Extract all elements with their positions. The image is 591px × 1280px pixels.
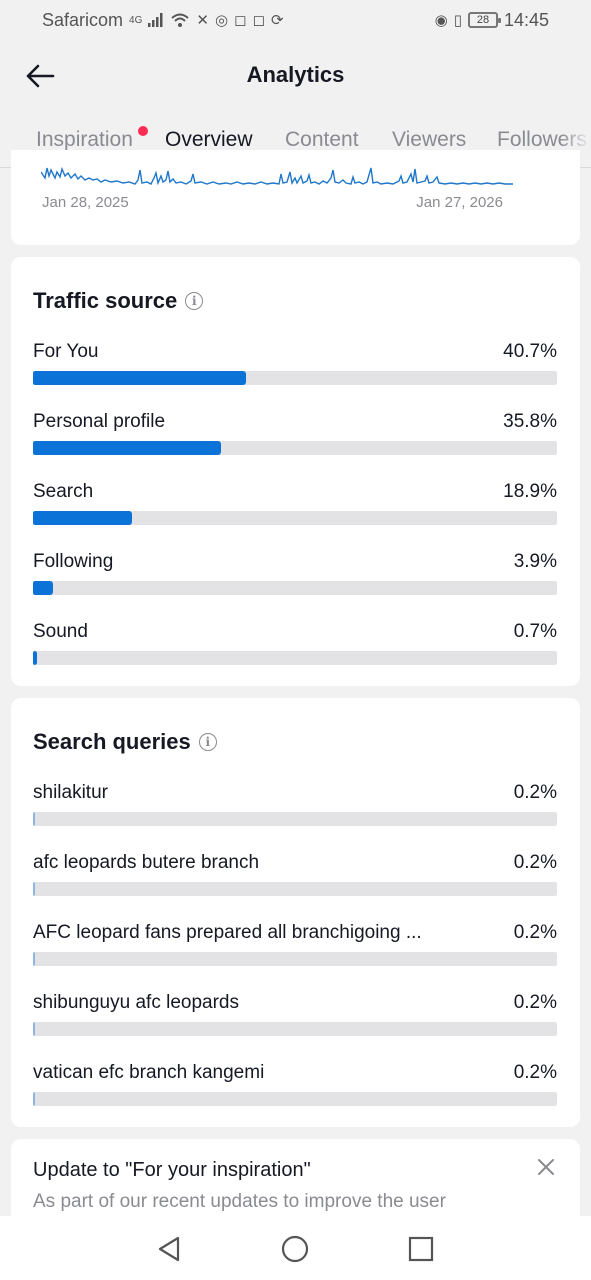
- sync-icon: ⟳: [270, 12, 284, 29]
- app-notification-icon: ✕: [196, 12, 209, 29]
- nav-recents-icon[interactable]: [406, 1234, 436, 1264]
- traffic-label: Sound: [33, 621, 88, 642]
- chart-start-date: Jan 28, 2025: [42, 194, 129, 211]
- progress-track: [33, 882, 557, 896]
- nav-home-icon[interactable]: [280, 1234, 310, 1264]
- tab-inspiration[interactable]: Inspiration: [36, 128, 133, 152]
- views-series-line: [41, 166, 513, 186]
- progress-track: [33, 651, 557, 665]
- tab-content[interactable]: Content: [285, 128, 359, 152]
- battery-level: 28: [476, 14, 490, 26]
- views-chart-card: Jan 28, 2025 Jan 27, 2026: [11, 150, 580, 245]
- traffic-percent: 40.7%: [503, 341, 557, 362]
- info-icon[interactable]: i: [198, 733, 217, 751]
- query-label: vatican efc branch kangemi: [33, 1062, 265, 1083]
- search-query-row[interactable]: AFC leopard fans prepared all branchigoi…: [33, 922, 557, 982]
- update-title: Update to "For your inspiration": [33, 1159, 311, 1181]
- progress-track: [33, 1092, 557, 1106]
- traffic-row-personal-profile: Personal profile 35.8%: [33, 411, 557, 471]
- chart-end-date: Jan 27, 2026: [416, 194, 503, 211]
- carrier-name: Safaricom: [42, 9, 124, 30]
- whatsapp-icon: ◎: [214, 12, 229, 29]
- traffic-source-card: Traffic source i For You 40.7% Personal …: [11, 257, 580, 686]
- signal-icon: 4G: [129, 14, 143, 26]
- search-query-row[interactable]: shibunguyu afc leopards 0.2%: [33, 992, 557, 1052]
- progress-track: [33, 511, 557, 525]
- close-icon[interactable]: [536, 1157, 556, 1177]
- progress-fill: [33, 371, 247, 385]
- progress-fill: [33, 882, 36, 896]
- info-icon[interactable]: i: [185, 292, 204, 310]
- signal-bars-icon: [148, 13, 163, 27]
- traffic-source-title: Traffic source: [33, 288, 178, 313]
- traffic-label: Personal profile: [33, 411, 166, 432]
- traffic-row-sound: Sound 0.7%: [33, 621, 557, 681]
- page-title: Analytics: [246, 62, 345, 87]
- traffic-row-search: Search 18.9%: [33, 481, 557, 541]
- search-query-row[interactable]: vatican efc branch kangemi 0.2%: [33, 1062, 557, 1122]
- progress-track: [33, 441, 557, 455]
- traffic-label: For You: [33, 341, 99, 362]
- eye-icon: ◉: [434, 12, 448, 29]
- views-line-chart[interactable]: [41, 164, 516, 190]
- query-percent: 0.2%: [513, 922, 557, 943]
- search-queries-card: Search queries i shilakitur 0.2% afc leo…: [11, 698, 580, 1127]
- query-percent: 0.2%: [513, 992, 557, 1013]
- search-queries-heading: Search queries i: [33, 729, 217, 755]
- battery-icon: 28: [467, 12, 501, 28]
- query-percent: 0.2%: [513, 852, 557, 873]
- progress-fill: [33, 1092, 36, 1106]
- query-percent: 0.2%: [513, 1062, 557, 1083]
- progress-track: [33, 581, 557, 595]
- system-navigation-bar: [0, 1216, 591, 1280]
- instagram-icon: ◻: [234, 12, 247, 29]
- query-label: AFC leopard fans prepared all branchigoi…: [33, 922, 422, 943]
- progress-track: [33, 952, 557, 966]
- nav-back-icon[interactable]: [154, 1234, 184, 1264]
- progress-fill: [33, 511, 133, 525]
- traffic-label: Search: [33, 481, 94, 502]
- progress-fill: [33, 441, 221, 455]
- progress-fill: [33, 651, 37, 665]
- search-queries-title: Search queries: [33, 729, 191, 754]
- traffic-percent: 3.9%: [513, 551, 557, 572]
- traffic-row-following: Following 3.9%: [33, 551, 557, 611]
- notification-badge: [138, 126, 148, 136]
- tab-overview[interactable]: Overview: [165, 128, 253, 152]
- status-right: ◉ ▯ 28 14:45: [435, 10, 549, 31]
- query-label: shibunguyu afc leopards: [33, 992, 239, 1013]
- progress-track: [33, 1022, 557, 1036]
- traffic-source-heading: Traffic source i: [33, 288, 204, 314]
- traffic-percent: 35.8%: [503, 411, 557, 432]
- progress-fill: [33, 581, 54, 595]
- query-label: afc leopards butere branch: [33, 852, 260, 873]
- query-label: shilakitur: [33, 782, 108, 803]
- clock: 14:45: [503, 9, 549, 30]
- progress-fill: [33, 812, 36, 826]
- progress-track: [33, 371, 557, 385]
- wifi-icon: [171, 13, 190, 27]
- tab-viewers[interactable]: Viewers: [392, 128, 466, 152]
- traffic-percent: 0.7%: [513, 621, 557, 642]
- vibrate-icon: ▯: [453, 12, 462, 29]
- traffic-row-for-you: For You 40.7%: [33, 341, 557, 401]
- instagram-icon-2: ◻: [252, 12, 265, 29]
- app-header: Analytics: [0, 40, 591, 112]
- search-query-row[interactable]: afc leopards butere branch 0.2%: [33, 852, 557, 912]
- progress-fill: [33, 952, 36, 966]
- search-query-row[interactable]: shilakitur 0.2%: [33, 782, 557, 842]
- progress-track: [33, 812, 557, 826]
- status-bar: Safaricom 4G ✕ ◎ ◻ ◻ ⟳ ◉ ▯ 28 14:45: [0, 0, 591, 40]
- progress-fill: [33, 1022, 36, 1036]
- traffic-label: Following: [33, 551, 114, 572]
- query-percent: 0.2%: [513, 782, 557, 803]
- status-left: Safaricom 4G ✕ ◎ ◻ ◻ ⟳: [42, 10, 284, 31]
- traffic-percent: 18.9%: [503, 481, 557, 502]
- update-description: As part of our recent updates to improve…: [33, 1191, 446, 1212]
